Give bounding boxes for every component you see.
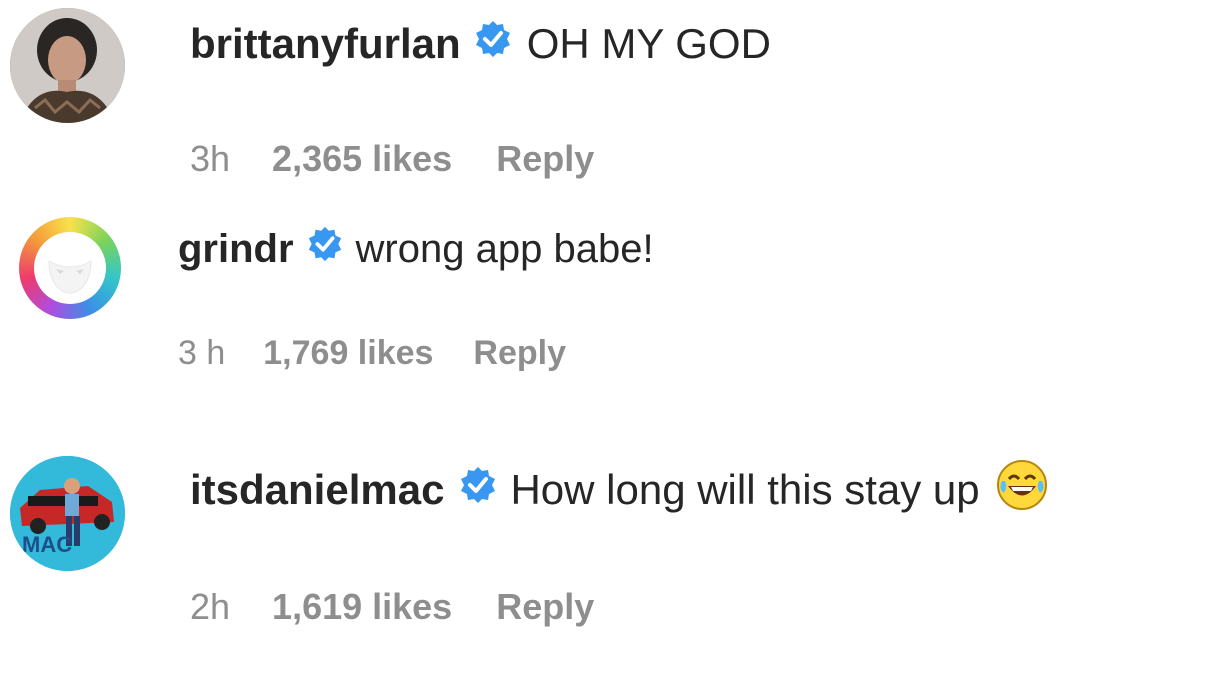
avatar[interactable]: [10, 8, 125, 123]
comment-username[interactable]: itsdanielmac: [190, 466, 444, 514]
grindr-mask-icon: [34, 232, 106, 304]
comment-item: MAC itsdanielmac How long will this stay…: [0, 440, 1210, 687]
svg-text:MAC: MAC: [22, 532, 72, 557]
reply-button[interactable]: Reply: [496, 586, 594, 628]
comment-likes[interactable]: 2,365 likes: [272, 138, 452, 180]
woman-portrait-icon: [10, 8, 125, 123]
comment-text: How long will this stay up: [510, 466, 980, 513]
comment-time: 3 h: [178, 334, 226, 372]
comment-text: OH MY GOD: [526, 20, 771, 67]
comment-time: 2h: [190, 586, 231, 627]
comment-text: wrong app babe!: [355, 226, 654, 271]
man-on-red-car-icon: MAC: [10, 456, 125, 571]
comment-item: grindr wrong app babe! 3 h 1,769 likes R…: [0, 200, 1210, 400]
comment-username[interactable]: brittanyfurlan: [190, 20, 461, 68]
comment-likes[interactable]: 1,619 likes: [272, 586, 452, 628]
verified-badge-icon: [458, 465, 498, 515]
reply-button[interactable]: Reply: [473, 334, 566, 373]
laughing-emoji-icon: 😂: [996, 459, 1048, 521]
comment-likes[interactable]: 1,769 likes: [263, 334, 433, 373]
comment-username[interactable]: grindr: [178, 227, 294, 272]
verified-badge-icon: [306, 225, 344, 273]
comment-time: 3h: [190, 138, 231, 179]
avatar[interactable]: MAC: [10, 456, 125, 571]
reply-button[interactable]: Reply: [496, 138, 594, 180]
avatar[interactable]: [19, 217, 121, 319]
verified-badge-icon: [473, 19, 513, 69]
comment-item: brittanyfurlan OH MY GOD 3h 2,365 likes …: [0, 0, 1210, 200]
